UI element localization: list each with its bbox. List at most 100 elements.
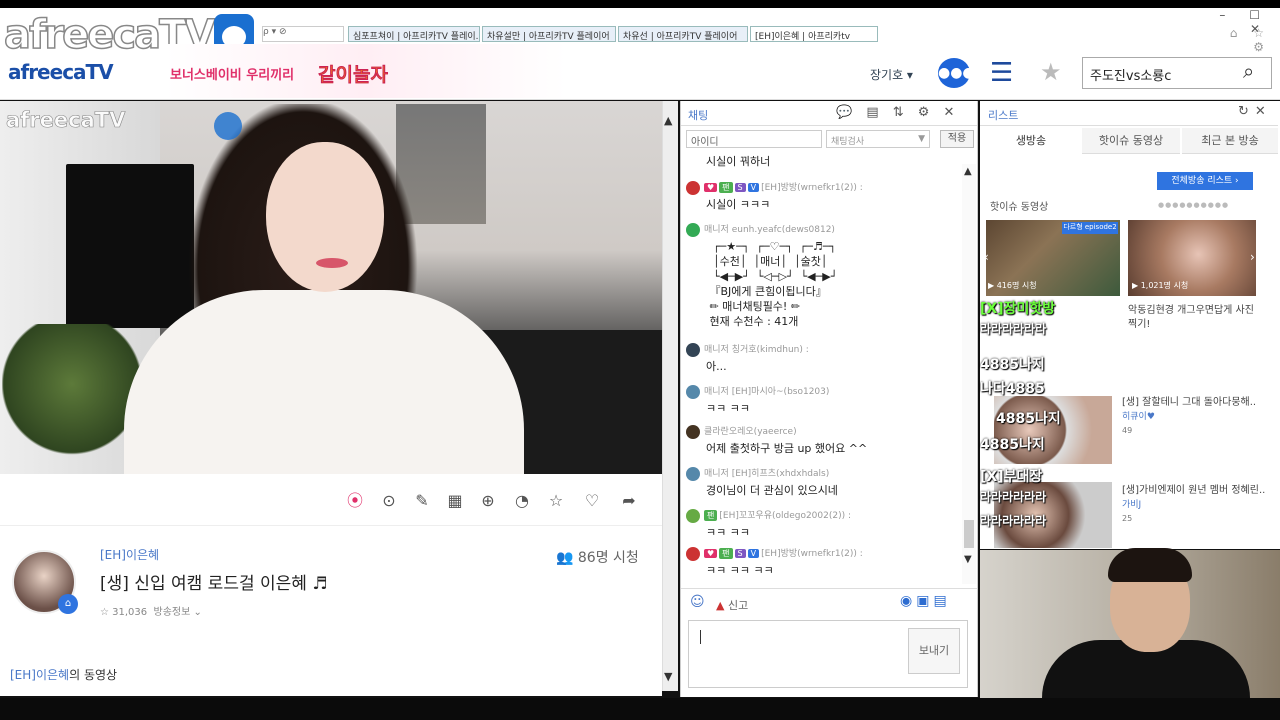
vod-bj-name[interactable]: [EH]이은혜 <box>10 668 69 682</box>
live-item-2[interactable]: [생]가비엔제이 원년 멤버 정혜린.. 가비J 25 <box>1122 484 1272 526</box>
chat-nick[interactable]: 클라란오레오(yaeerce) <box>704 427 797 437</box>
fan-badge-icon: 팬 <box>719 182 733 193</box>
browser-tab-2[interactable]: 차유설만 | 아프리카TV 플레이어 <box>482 26 616 42</box>
search-input-value[interactable]: 주도진vs소룡c <box>1090 65 1171 84</box>
chat-message: 클라란오레오(yaeerce) 어제 출첫하구 방금 up 했어요 ^^ <box>686 424 962 456</box>
chat-scroll-down-icon[interactable]: ▼ <box>964 554 972 565</box>
favorite-count[interactable]: ☆ 31,036 방송정보 ⌄ <box>100 603 202 618</box>
chat-message-body: ㅋㅋ ㅋㅋ <box>706 401 750 415</box>
carousel-dots[interactable]: ●●●●●●●●●● <box>1158 201 1229 209</box>
chat-message-body: 아... <box>706 359 727 373</box>
browser-toolbar-icons[interactable]: ⌂ ☆ ⚙ <box>1210 26 1270 54</box>
siren-icon: ▲ <box>716 599 728 612</box>
page-scrollbar[interactable] <box>662 101 678 691</box>
emoticon-icon[interactable]: ☺ <box>690 594 705 610</box>
star-icon[interactable]: ☆ <box>545 490 567 512</box>
hamburger-menu-icon[interactable]: ☰ <box>990 60 1013 86</box>
send-button[interactable]: 보내기 <box>908 628 960 674</box>
thumbs-up-icon[interactable]: ♡ <box>581 490 603 512</box>
share-icon[interactable]: ➦ <box>618 490 640 512</box>
clock-icon[interactable]: ◔ <box>511 490 533 512</box>
list-header <box>980 102 1278 126</box>
carousel-next-icon[interactable]: › <box>1250 250 1255 264</box>
chat-id-filter-input[interactable]: 아이디 <box>686 130 822 148</box>
viewer-count: 👥 86명 시청 <box>556 547 639 567</box>
browser-tab-active[interactable]: [EH]이은혜 | 아프리카tv <box>750 26 878 42</box>
viewers-icon: 👥 <box>556 550 578 566</box>
chat-title: 채팅 <box>688 109 709 122</box>
fan-badge-icon: 팬 <box>719 548 733 559</box>
browser-tab-1[interactable]: 심포프쳐이 | 아프리카TV 플레이... <box>348 26 480 42</box>
chat-message-body: 시실이 꿔하너 <box>706 155 771 168</box>
chat-scroll-thumb[interactable] <box>964 520 974 548</box>
vod-section-label: [EH]이은혜의 동영상 <box>10 666 117 683</box>
chat-message: 팬 [EH]꼬꼬우유(oldego2002(2)) : ㅋㅋ ㅋㅋ <box>686 508 962 540</box>
tab-recent[interactable]: 최근 본 방송 <box>1182 128 1278 154</box>
pin-icon[interactable]: ⊙ <box>378 490 400 512</box>
chat-message-body: 시실이 ㅋㅋㅋ <box>706 197 771 211</box>
chat-apply-button[interactable]: 적용 <box>940 130 974 148</box>
report-button[interactable]: ▲ 신고 <box>716 597 748 613</box>
chat-nick[interactable]: 매니저 칭거호(kimdhun) : <box>704 345 809 355</box>
favorite-star-icon[interactable]: ★ <box>1040 58 1062 86</box>
scroll-down-icon[interactable]: ▼ <box>664 670 672 683</box>
user-menu[interactable]: 장기호 ▾ <box>870 66 913 83</box>
overlay-chat-8: 라라라라라라 <box>980 490 1047 504</box>
site-logo[interactable]: afreecaTV <box>8 60 114 84</box>
fan-badge-icon: 팬 <box>704 510 718 521</box>
chat-message-body: ㅋㅋ ㅋㅋ ㅋㅋ <box>706 563 774 577</box>
chat-message: ♥ 팬 S V [EH]방방(wrnefkr1(2)) : ㅋㅋ ㅋㅋ ㅋㅋ <box>686 546 962 578</box>
chat-nick[interactable]: [EH]꼬꼬우유(oldego2002(2)) : <box>719 511 851 521</box>
overlay-chat-5: 4885나지 <box>996 411 1061 427</box>
top-black-bar <box>0 0 1280 8</box>
chat-message-list: 시실이 꿔하너 ♥ 팬 S V [EH]방방(wrnefkr1(2)) : 시실이 ㅋㅋ… <box>686 152 962 582</box>
chat-nick[interactable]: 매니저 [EH]마시아~(bso1203) <box>704 387 829 397</box>
chat-header-icons[interactable]: 💬 ▤ ⇅ ⚙ ✕ <box>836 105 959 120</box>
hot-vod-caption-2[interactable]: 악동김현경 개그우면답게 사진찍기! <box>1128 304 1258 332</box>
chat-nick[interactable]: 매니저 [EH]히프츠(xhdxhdals) <box>704 469 829 479</box>
chat-message: 매니저 [EH]히프츠(xhdxhdals) 경이님이 더 관심이 있으시네 <box>686 466 962 498</box>
bj-name[interactable]: [EH]이은혜 <box>100 546 159 563</box>
gift-icon[interactable]: ⊕ <box>477 490 499 512</box>
edit-icon[interactable]: ✎ <box>411 490 433 512</box>
record-icon[interactable]: ⦿ <box>344 490 366 512</box>
chat-nick[interactable]: [EH]방방(wrnefkr1(2)) : <box>761 549 863 559</box>
video-watermark: afreecaTV <box>6 108 126 133</box>
live-item-1[interactable]: [생] 잘할테니 그대 돌아다뭉해.. 히큐이♥ 49 <box>1122 396 1272 438</box>
video-bg-plant <box>2 324 142 474</box>
scroll-up-icon[interactable]: ▲ <box>664 114 672 127</box>
banner-text-right: 같이놀자 <box>318 64 388 86</box>
report-label: 신고 <box>727 599 749 612</box>
hot-vod-label: 핫이슈 동영상 <box>990 202 1049 213</box>
overlay-chat-4: 나다4885 <box>980 381 1045 397</box>
favorite-count-text: ☆ 31,036 <box>100 607 148 618</box>
browser-tab-3[interactable]: 차유선 | 아프리카TV 플레이어 <box>618 26 748 42</box>
hot-vod-badge: 다르형 episode2 <box>1062 222 1118 234</box>
live-item-bj[interactable]: 가비J <box>1122 498 1272 512</box>
home-badge-icon[interactable]: ⌂ <box>58 594 78 614</box>
tab-hot-vod[interactable]: 핫이슈 동영상 <box>1082 128 1180 154</box>
broadcast-info-link[interactable]: 방송정보 ⌄ <box>154 607 202 618</box>
tab-live[interactable]: 생방송 <box>982 128 1080 154</box>
chat-message: 매니저 [EH]마시아~(bso1203) ㅋㅋ ㅋㅋ <box>686 384 962 416</box>
chat-nick[interactable]: [EH]방방(wrnefkr1(2)) : <box>761 183 863 193</box>
live-item-bj[interactable]: 히큐이♥ <box>1122 410 1272 424</box>
all-live-list-button[interactable]: 전체방송 리스트 › <box>1157 172 1253 190</box>
chat-nick[interactable]: 매니저 eunh.yeafc(dews0812) <box>704 225 835 235</box>
overlay-chat-2: 라라라라라라 <box>980 322 1047 336</box>
live-item-viewers: 49 <box>1122 426 1133 435</box>
search-icon[interactable]: ⌕ <box>1243 59 1254 83</box>
chat-filter-select[interactable]: 채팅검사 ▼ <box>826 130 930 148</box>
chat-scroll-up-icon[interactable]: ▲ <box>964 166 972 177</box>
chat-filter-select-label: 채팅검사 <box>831 137 865 147</box>
chat-message-body: ㅋㅋ ㅋㅋ <box>706 525 750 539</box>
address-bar[interactable]: ρ ▾ ⊘ <box>262 26 344 42</box>
grid-icon[interactable]: ▦ <box>444 490 466 512</box>
chat-item-buttons[interactable]: ◉▣▤ <box>900 593 951 609</box>
overlay-chat-6: 4885나지 <box>980 437 1045 453</box>
chat-bubble-icon[interactable]: ●●● <box>938 58 975 88</box>
sub-badge-icon: S <box>734 183 746 192</box>
text-cursor <box>700 630 701 644</box>
list-header-icons[interactable]: ↻✕ <box>1238 104 1272 119</box>
carousel-prev-icon[interactable]: ‹ <box>984 250 989 264</box>
